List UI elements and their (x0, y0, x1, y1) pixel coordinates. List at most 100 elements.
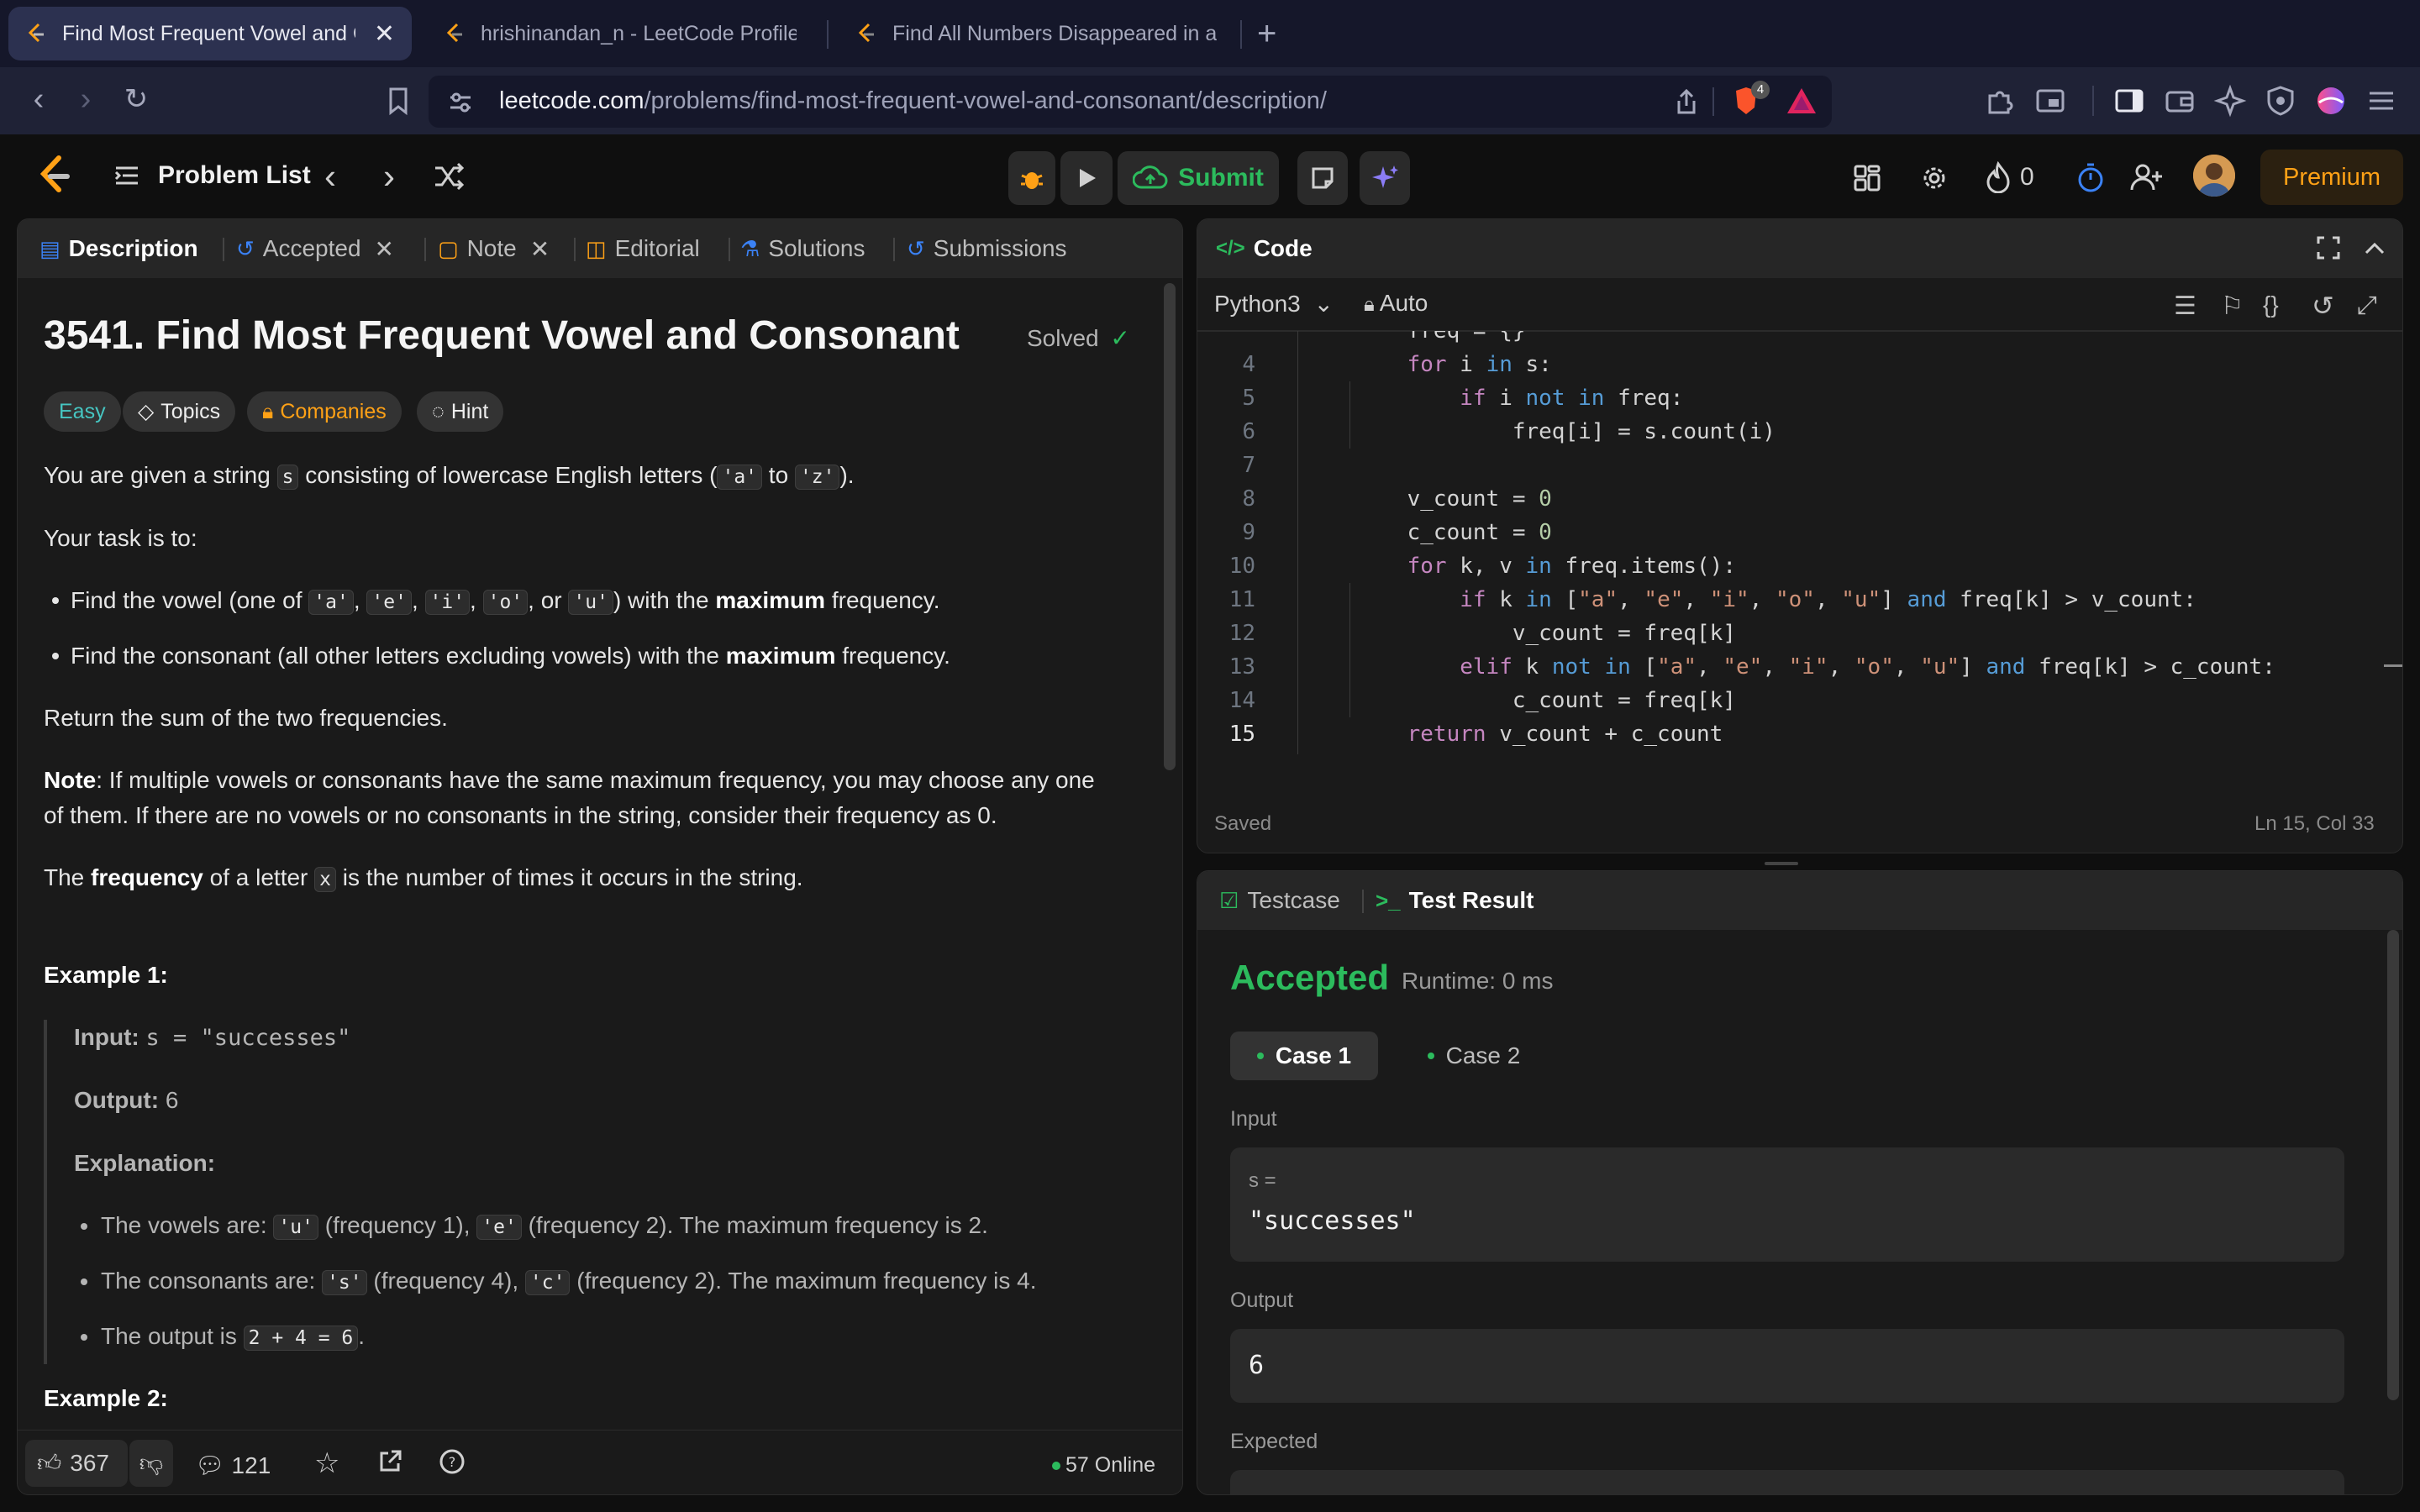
address-bar[interactable]: leetcode.com/problems/find-most-frequent… (429, 76, 1832, 128)
companies-label: Companies (280, 399, 387, 423)
notes-button[interactable] (1297, 151, 1348, 205)
close-tab-icon[interactable]: ✕ (530, 235, 550, 263)
vpn-icon[interactable] (2264, 84, 2297, 118)
code-text: freq[i] = s.count(i) (1355, 419, 1776, 444)
share-icon[interactable] (376, 1448, 403, 1479)
text: (frequency 2). The maximum frequency is … (528, 1212, 988, 1238)
description-tabs: ▤ Description ↺ Accepted ✕ ▢ Note ✕ ◫ Ed… (18, 219, 1182, 278)
tab-solutions[interactable]: ⚗ Solutions (740, 219, 865, 278)
tab-test-result-label: Test Result (1408, 887, 1534, 913)
tab-note[interactable]: ▢ Note ✕ (438, 219, 550, 278)
browser-tab[interactable]: hrishinandan_n - LeetCode Profile (427, 7, 813, 60)
tab-accepted[interactable]: ↺ Accepted ✕ (236, 219, 394, 278)
leetcode-logo-icon[interactable] (34, 155, 76, 201)
menu-icon[interactable] (2365, 84, 2398, 118)
new-tab-icon[interactable]: + (1257, 15, 1276, 53)
profile-icon[interactable] (2314, 84, 2348, 118)
bookmark-icon[interactable]: ⚐ (2221, 291, 2244, 321)
input-value: s = "successes" (145, 1025, 351, 1051)
picture-in-picture-icon[interactable] (2033, 84, 2067, 118)
code-line: 9 c_count = 0 (1197, 516, 1551, 549)
code-line: 6 freq[i] = s.count(i) (1197, 415, 1776, 449)
favorite-star-icon[interactable]: ☆ (314, 1446, 339, 1480)
text: The (44, 864, 85, 890)
next-problem-icon[interactable]: › (383, 156, 395, 197)
prev-problem-icon[interactable]: ‹ (324, 156, 336, 197)
browser-tab-active[interactable]: Find Most Frequent Vowel and Consonant ✕ (8, 7, 412, 60)
tab-submissions[interactable]: ↺ Submissions (907, 219, 1067, 278)
case-1-tab[interactable]: Case 1 (1230, 1032, 1378, 1080)
tab-code[interactable]: </> Code (1216, 219, 1313, 278)
tab-test-result[interactable]: >_ Test Result (1376, 871, 1534, 930)
inline-code: 'a' (717, 465, 763, 490)
close-tab-icon[interactable]: ✕ (374, 19, 395, 49)
fullscreen-icon[interactable] (2315, 234, 2342, 265)
dislike-button[interactable]: 👎︎ (129, 1440, 173, 1487)
url-text[interactable]: leetcode.com/problems/find-most-frequent… (499, 87, 1327, 115)
extensions-icon[interactable] (1983, 84, 2017, 118)
companies-tag[interactable]: 🔒︎ Companies (247, 391, 402, 432)
inline-code: 'a' (308, 590, 354, 615)
settings-gear-icon[interactable] (1919, 163, 1949, 197)
history-icon: ↺ (236, 235, 255, 261)
scrollbar[interactable] (2387, 930, 2399, 1400)
tab-testcase-label: Testcase (1247, 887, 1340, 913)
reload-icon[interactable]: ↻ (118, 81, 155, 118)
scrollbar[interactable] (1164, 283, 1176, 770)
submit-button[interactable]: Submit (1118, 151, 1279, 205)
tab-description[interactable]: ▤ Description (39, 219, 198, 278)
text: (frequency 2). The maximum frequency is … (576, 1268, 1037, 1294)
sidebar-icon[interactable] (2112, 84, 2146, 118)
case-2-tab[interactable]: Case 2 (1400, 1032, 1548, 1080)
format-icon[interactable]: ☰ (2174, 291, 2196, 321)
code-line: 7 (1197, 449, 1355, 482)
back-icon[interactable]: ‹ (20, 81, 57, 118)
resize-handle[interactable] (1765, 862, 1798, 865)
like-button[interactable]: 👍︎ 367 (25, 1440, 128, 1487)
output-label: Output (1230, 1289, 1294, 1312)
browser-tab-bar: Find Most Frequent Vowel and Consonant ✕… (0, 0, 2420, 67)
browser-tab-title: Find All Numbers Disappeared in an Array (892, 21, 1217, 45)
timer-icon[interactable] (2075, 161, 2106, 197)
comments-button[interactable]: 💬︎ 121 (195, 1452, 271, 1479)
bullet (81, 1334, 87, 1341)
example-1-input: Input: s = "successes" (74, 1020, 350, 1056)
debug-button[interactable] (1008, 151, 1055, 205)
cloud-upload-icon (1133, 165, 1168, 189)
expand-icon[interactable]: ⤢ (2357, 291, 2377, 320)
auto-mode[interactable]: 🔒︎ Auto (1364, 290, 1428, 317)
wallet-icon[interactable] (2163, 84, 2196, 118)
line-number: 13 (1228, 654, 1255, 680)
tab-testcase[interactable]: ☑ Testcase (1219, 871, 1340, 930)
input-box: s = "successes" (1230, 1147, 2344, 1262)
close-tab-icon[interactable]: ✕ (375, 235, 394, 263)
share-icon[interactable] (1672, 87, 1701, 120)
reset-icon[interactable]: ↺ (2312, 290, 2334, 322)
topics-tag[interactable]: ◇ Topics (123, 391, 236, 432)
leo-ai-icon[interactable] (2213, 84, 2247, 118)
tab-editorial[interactable]: ◫ Editorial (586, 219, 700, 278)
streak-flame-icon[interactable] (1985, 160, 2012, 197)
ai-assistant-button[interactable] (1360, 151, 1410, 205)
forward-icon[interactable]: › (67, 81, 104, 118)
lock-icon: 🔒︎ (262, 399, 274, 423)
avatar[interactable] (2193, 155, 2235, 197)
solved-label: Solved (1027, 325, 1099, 351)
problem-list-icon[interactable] (113, 161, 141, 194)
add-friend-icon[interactable] (2129, 161, 2163, 197)
hint-tag[interactable]: ◌ Hint (417, 391, 504, 432)
help-icon[interactable]: ? (439, 1448, 466, 1479)
brave-rewards-icon[interactable] (1785, 86, 1818, 120)
code-editor[interactable]: freq = {} 4 for i in s: 5 if i not in fr… (1197, 331, 2381, 754)
collapse-icon[interactable] (2362, 236, 2387, 265)
random-problem-icon[interactable] (432, 161, 466, 196)
braces-icon[interactable]: {} (2263, 291, 2279, 318)
problem-list-link[interactable]: Problem List (158, 161, 311, 190)
bookmark-icon[interactable] (381, 84, 415, 118)
layout-icon[interactable] (1852, 163, 1882, 197)
language-selector[interactable]: Python3 ⌄ (1214, 290, 1334, 318)
premium-button[interactable]: Premium (2260, 150, 2403, 205)
browser-tab[interactable]: Find All Numbers Disappeared in an Array (839, 7, 1234, 60)
run-button[interactable] (1060, 151, 1113, 205)
site-settings-icon[interactable] (447, 89, 474, 120)
